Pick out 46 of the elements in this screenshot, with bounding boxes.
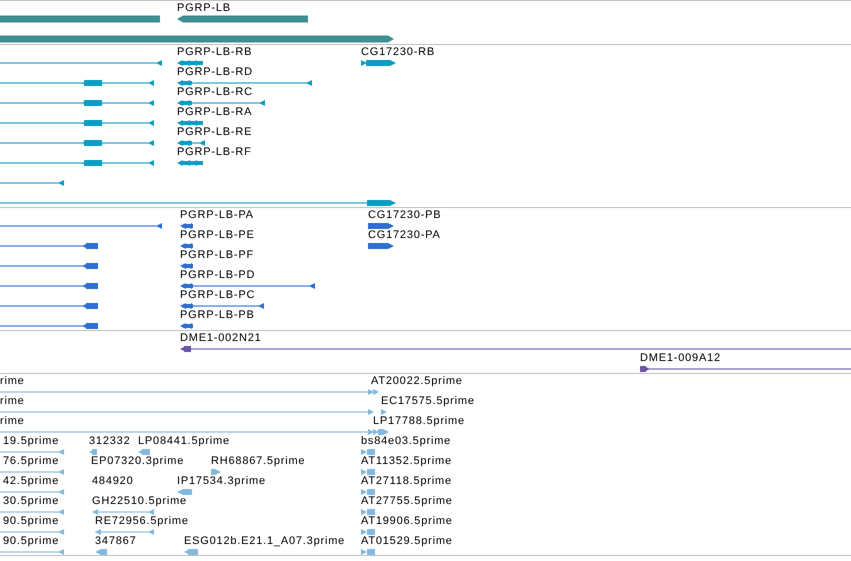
feature-label: CG17230-RB (361, 46, 436, 58)
feature-label: LP08441.5prime (138, 435, 230, 447)
feature-label: LP17788.5prime (373, 415, 465, 427)
feature-label: GH22510.5prime (92, 495, 187, 507)
feature-label: PGRP-LB-RD (177, 66, 253, 78)
feature-label: EC17575.5prime (381, 395, 475, 407)
feature-label: CG17230-PB (368, 209, 442, 221)
feature-label: AT01529.5prime (361, 535, 453, 547)
feature-label: 312332 (89, 435, 131, 447)
feature-label: RE72956.5prime (95, 515, 189, 527)
feature-label: AT11352.5prime (361, 455, 452, 467)
feature-label: 42.5prime (3, 475, 60, 487)
feature-label: 90.5prime (3, 515, 60, 527)
feature-label: rime (0, 375, 25, 387)
feature-label: RH68867.5prime (211, 455, 306, 467)
feature-label: 90.5prime (3, 535, 60, 547)
feature-label: AT19906.5prime (361, 515, 453, 527)
feature-label: PGRP-LB-PE (180, 229, 255, 241)
feature-label: DME1-002N21 (180, 332, 262, 344)
feature-label: rime (0, 395, 25, 407)
feature-label: ESG012b.E21.1_A07.3prime (184, 535, 346, 547)
feature-label: bs84e03.5prime (361, 435, 452, 447)
feature-label: PGRP-LB-PF (180, 249, 254, 261)
feature-label: AT27755.5prime (361, 495, 453, 507)
feature-label: AT27118.5prime (361, 475, 452, 487)
feature-label: PGRP-LB-PB (180, 309, 255, 321)
feature-label: 76.5prime (3, 455, 60, 467)
feature-label: EP07320.3prime (91, 455, 184, 467)
feature-label: PGRP-LB-RC (177, 86, 253, 98)
feature-label: PGRP-LB-PC (180, 289, 256, 301)
feature-label: PGRP-LB-PA (180, 209, 254, 221)
feature-label: PGRP-LB-RA (177, 106, 252, 118)
feature-label: AT20022.5prime (371, 375, 463, 387)
feature-label: PGRP-LB-RB (177, 46, 252, 58)
feature-label: PGRP-LB-PD (180, 269, 256, 281)
feature-label: 19.5prime (3, 435, 60, 447)
feature-label: PGRP-LB-RE (177, 126, 252, 138)
feature-label: rime (0, 415, 25, 427)
feature-label: 484920 (92, 475, 134, 487)
feature-label: IP17534.3prime (177, 475, 266, 487)
feature-label: CG17230-PA (368, 229, 441, 241)
feature-label: 347867 (95, 535, 137, 547)
feature-label: DME1-009A12 (640, 352, 721, 364)
feature-label: PGRP-LB-RF (177, 146, 252, 158)
feature-label: 30.5prime (3, 495, 60, 507)
feature-label: PGRP-LB (177, 2, 231, 14)
